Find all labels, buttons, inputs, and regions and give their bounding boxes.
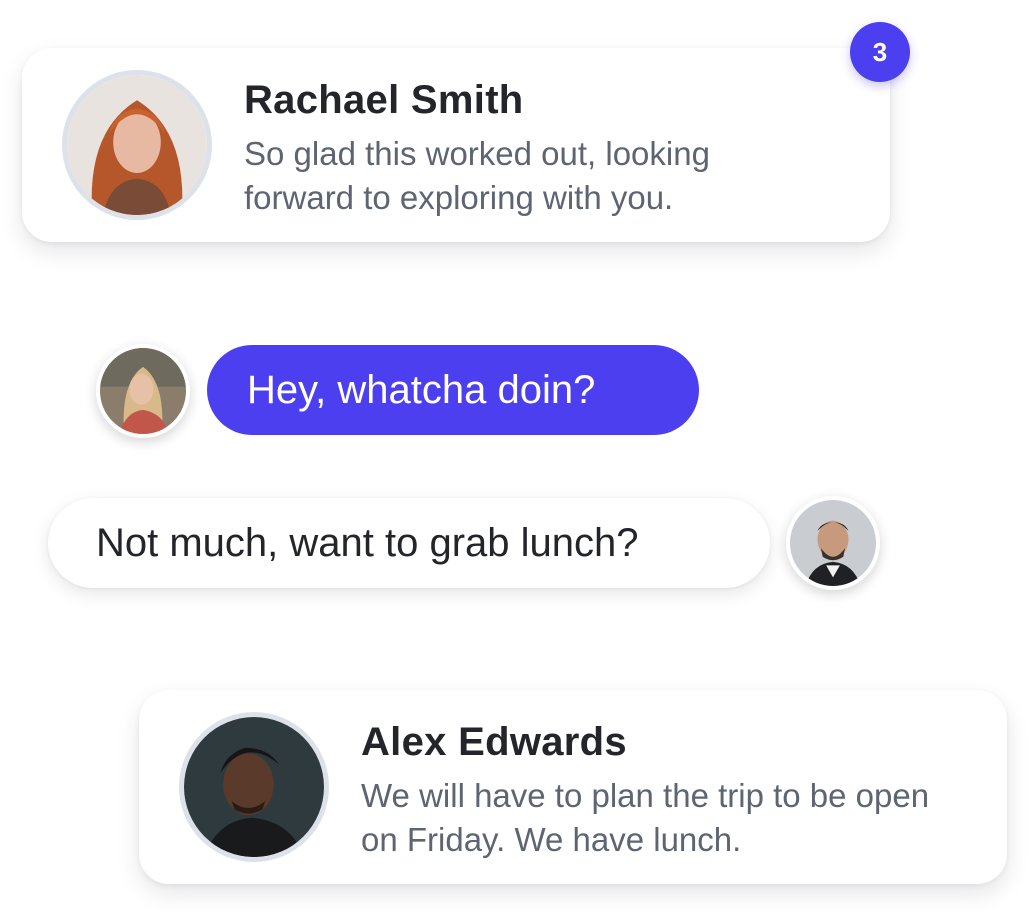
- message-preview: So glad this worked out, looking forward…: [244, 135, 710, 216]
- sent-message-bubble: Hey, whatcha doin?: [207, 345, 699, 435]
- avatar-alex-edwards: [179, 712, 329, 862]
- avatar-rachael-smith: [62, 70, 212, 220]
- avatar-sender: [96, 344, 190, 438]
- conversation-card-alex-edwards[interactable]: Alex Edwards We will have to plan the tr…: [139, 690, 1007, 884]
- avatar-receiver: [786, 496, 880, 590]
- unread-count-badge: 3: [850, 22, 910, 82]
- message-preview: We will have to plan the trip to be open…: [361, 777, 930, 858]
- conversation-card-rachael-smith[interactable]: Rachael Smith So glad this worked out, l…: [22, 48, 890, 242]
- received-message-bubble: Not much, want to grab lunch?: [48, 498, 770, 588]
- contact-name: Alex Edwards: [361, 720, 627, 764]
- contact-name: Rachael Smith: [244, 78, 524, 122]
